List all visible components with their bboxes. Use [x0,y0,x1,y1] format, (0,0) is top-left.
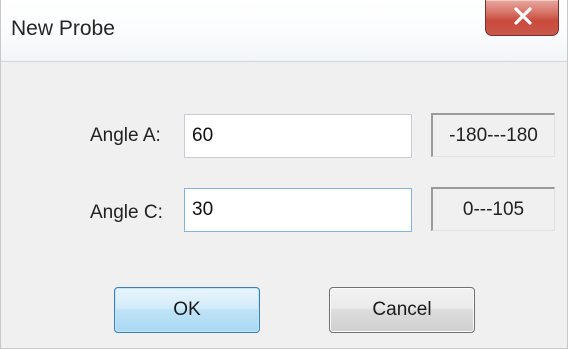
dialog-title: New Probe [11,17,115,40]
angle-a-range: -180---180 [431,113,555,157]
close-icon [514,7,532,25]
ok-button[interactable]: OK [114,287,260,333]
angle-c-range: 0---105 [431,187,555,231]
close-button[interactable] [485,0,559,36]
angle-c-label: Angle C: [90,202,163,223]
angle-c-input[interactable] [184,188,412,232]
angle-a-input[interactable] [184,114,412,158]
title-bar[interactable]: New Probe [1,0,567,62]
dialog-body: Angle A: -180---180 Angle C: 0---105 OK … [1,62,567,348]
new-probe-dialog: New Probe Angle A: -180---180 Angle C: 0… [0,0,568,349]
angle-a-label: Angle A: [90,125,161,146]
cancel-button[interactable]: Cancel [329,287,475,333]
